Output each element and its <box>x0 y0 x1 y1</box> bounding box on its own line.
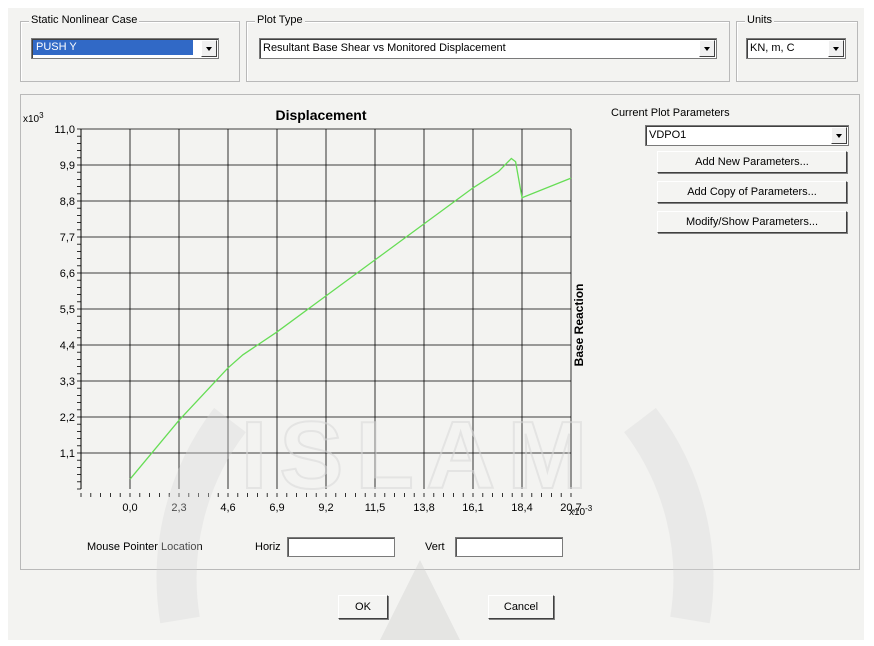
pushover-chart: Displacement x103 x10-3 Base Reaction 0,… <box>23 107 593 518</box>
add-copy-parameters-button[interactable]: Add Copy of Parameters... <box>657 181 847 203</box>
add-new-parameters-button[interactable]: Add New Parameters... <box>657 151 847 173</box>
y-tick-label: 3,3 <box>60 376 75 388</box>
units-group-title: Units <box>745 14 775 26</box>
plot-type-select[interactable]: Resultant Base Shear vs Monitored Displa… <box>259 38 717 59</box>
params-select-value: VDPO1 <box>649 129 687 141</box>
units-group: Units KN, m, C <box>736 14 858 82</box>
plot-type-select-value: Resultant Base Shear vs Monitored Displa… <box>263 42 506 54</box>
vert-field <box>455 537 563 557</box>
chevron-down-icon[interactable] <box>201 40 217 57</box>
units-select[interactable]: KN, m, C <box>746 38 846 59</box>
y-tick-label: 6,6 <box>60 268 75 280</box>
plot-panel: Displacement x103 x10-3 Base Reaction 0,… <box>20 94 860 570</box>
mouse-pointer-label: Mouse Pointer Location <box>87 541 203 553</box>
y-axis-label: Base Reaction <box>572 284 586 367</box>
chevron-down-icon[interactable] <box>831 127 847 144</box>
y-tick-label: 11,0 <box>54 124 75 136</box>
x-tick-label: 4,6 <box>220 502 235 514</box>
params-title: Current Plot Parameters <box>611 107 730 119</box>
chevron-down-icon[interactable] <box>828 40 844 57</box>
x-tick-label: 0,0 <box>122 502 137 514</box>
params-select[interactable]: VDPO1 <box>645 125 849 146</box>
x-tick-label: 18,4 <box>511 502 532 514</box>
x-tick-label: 9,2 <box>318 502 333 514</box>
plot-type-group: Plot Type Resultant Base Shear vs Monito… <box>246 14 730 82</box>
y-tick-label: 9,9 <box>60 160 75 172</box>
y-tick-label: 7,7 <box>60 232 75 244</box>
case-select-value: PUSH Y <box>33 40 193 55</box>
plot-type-group-title: Plot Type <box>255 14 305 26</box>
x-tick-label: 11,5 <box>365 502 386 514</box>
y-tick-label: 8,8 <box>60 196 75 208</box>
y-tick-label: 1,1 <box>60 448 75 460</box>
y-tick-label: 5,5 <box>60 304 75 316</box>
y-multiplier: x103 <box>23 111 44 125</box>
y-tick-label: 4,4 <box>60 340 75 352</box>
x-tick-label: 13,8 <box>413 502 434 514</box>
x-tick-label: 2,3 <box>171 502 186 514</box>
x-tick-label: 6,9 <box>269 502 284 514</box>
pushover-curve <box>129 157 572 480</box>
ok-button[interactable]: OK <box>338 595 388 619</box>
chart-title: Displacement <box>275 107 366 123</box>
y-tick-label: 2,2 <box>60 412 75 424</box>
case-group-title: Static Nonlinear Case <box>29 14 140 26</box>
units-select-value: KN, m, C <box>750 42 795 54</box>
horiz-label: Horiz <box>255 541 281 553</box>
modify-show-parameters-button[interactable]: Modify/Show Parameters... <box>657 211 847 233</box>
dialog: Static Nonlinear Case PUSH Y Plot Type R… <box>8 8 864 640</box>
case-group: Static Nonlinear Case PUSH Y <box>20 14 240 82</box>
chevron-down-icon[interactable] <box>699 40 715 57</box>
case-select[interactable]: PUSH Y <box>31 38 219 59</box>
vert-label: Vert <box>425 541 445 553</box>
horiz-field <box>287 537 395 557</box>
x-tick-label: 20,7 <box>560 502 581 514</box>
cancel-button[interactable]: Cancel <box>488 595 554 619</box>
x-tick-label: 16,1 <box>462 502 483 514</box>
